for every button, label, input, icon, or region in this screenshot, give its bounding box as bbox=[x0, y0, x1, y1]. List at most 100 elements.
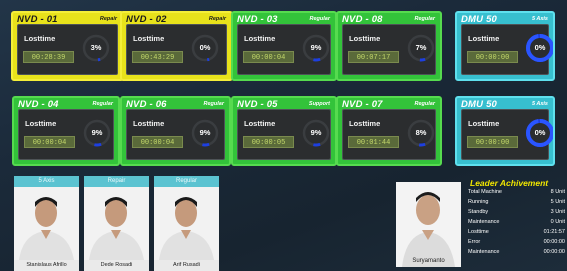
losttime-timer: 00:07:17 bbox=[348, 51, 399, 63]
losttime-panel: Losttime 00:00:04 9% bbox=[237, 24, 331, 75]
losttime-timer: 00:00:04 bbox=[24, 136, 75, 148]
operator-card[interactable]: Repair Dede Rosadi bbox=[84, 176, 149, 271]
losttime-timer: 00:00:05 bbox=[243, 136, 294, 148]
losttime-panel: Losttime 00:00:04 9% bbox=[126, 109, 225, 160]
percent-value: 8% bbox=[415, 128, 427, 137]
losttime-timer: 00:43:29 bbox=[132, 51, 183, 63]
machine-card-nvd05[interactable]: NVD - 05 Support Losttime 00:00:05 9% bbox=[231, 96, 337, 166]
losttime-timer: 00:00:00 bbox=[467, 136, 518, 148]
losttime-panel: Losttime 00:01:44 8% bbox=[342, 109, 436, 160]
operator-photo bbox=[154, 187, 219, 260]
losttime-panel: Losttime 00:00:00 0% bbox=[461, 109, 553, 160]
machine-status: 5 Axis bbox=[531, 16, 548, 22]
percent-value: 7% bbox=[415, 43, 427, 52]
operator-name: Dede Rosadi bbox=[84, 260, 149, 271]
losttime-panel: Losttime 00:28:39 3% bbox=[17, 24, 118, 75]
losttime-panel: Losttime 00:07:17 7% bbox=[342, 24, 436, 75]
machine-card-nvd06[interactable]: NVD - 06 Regular Losttime 00:00:04 9% bbox=[120, 96, 231, 166]
operator-group: Regular bbox=[154, 176, 219, 187]
losttime-timer: 00:00:04 bbox=[132, 136, 183, 148]
operator-photo bbox=[84, 187, 149, 260]
stat-row: Losttime 01:21:57 bbox=[468, 229, 566, 239]
losttime-panel: Losttime 00:00:00 0% bbox=[461, 24, 553, 75]
stat-value: 8 Unit bbox=[550, 189, 565, 195]
percent-value: 0% bbox=[534, 128, 546, 137]
leader-title: Leader Achivement bbox=[470, 178, 549, 188]
operator-avatar-icon bbox=[84, 187, 149, 260]
stat-value: 01:21:57 bbox=[543, 229, 565, 235]
machine-status: 5 Axis bbox=[531, 101, 548, 107]
stat-label: Standby bbox=[468, 209, 489, 215]
losttime-label: Losttime bbox=[244, 119, 276, 128]
losttime-label: Losttime bbox=[25, 119, 57, 128]
stat-label: Running bbox=[468, 199, 489, 205]
machine-card-nvd03[interactable]: NVD - 03 Regular Losttime 00:00:04 9% bbox=[231, 11, 337, 81]
losttime-label: Losttime bbox=[349, 119, 381, 128]
operator-group: 5 Axis bbox=[14, 176, 79, 187]
stat-label: Losttime bbox=[468, 229, 489, 235]
leader-stats: Total Machine 8 Unit Running 5 Unit Standb… bbox=[468, 189, 566, 259]
operator-avatar-icon bbox=[154, 187, 219, 260]
leader-name: Suryamanto bbox=[412, 258, 445, 264]
percent-value: 9% bbox=[91, 128, 103, 137]
machine-card-nvd01[interactable]: NVD - 01 Repair Losttime 00:28:39 3% bbox=[11, 11, 124, 81]
percent-value: 9% bbox=[310, 43, 322, 52]
losttime-label: Losttime bbox=[133, 34, 165, 43]
losttime-timer: 00:00:04 bbox=[243, 51, 294, 63]
stat-label: Maintenance bbox=[468, 219, 500, 225]
losttime-panel: Losttime 00:43:29 0% bbox=[126, 24, 227, 75]
machine-card-nvd02[interactable]: NVD - 02 Repair Losttime 00:43:29 0% bbox=[120, 11, 233, 81]
operator-photo bbox=[14, 187, 79, 260]
operator-card[interactable]: Regular Arif Rusadi bbox=[154, 176, 219, 271]
percent-value: 9% bbox=[310, 128, 322, 137]
percent-value: 0% bbox=[199, 43, 211, 52]
leader-photo: Suryamanto bbox=[396, 182, 461, 267]
machine-card-dmu50b[interactable]: DMU 50 5 Axis Losttime 00:00:00 0% bbox=[455, 96, 555, 166]
machine-status: Repair bbox=[99, 16, 117, 22]
losttime-label: Losttime bbox=[349, 34, 381, 43]
losttime-label: Losttime bbox=[468, 119, 500, 128]
machine-status: Repair bbox=[208, 16, 226, 22]
losttime-label: Losttime bbox=[24, 34, 56, 43]
stat-value: 3 Unit bbox=[550, 209, 565, 215]
stat-label: Error bbox=[468, 239, 481, 245]
machine-status: Regular bbox=[414, 16, 435, 22]
stat-value: 00:00:00 bbox=[543, 249, 565, 255]
operator-avatar-icon bbox=[14, 187, 79, 260]
losttime-timer: 00:28:39 bbox=[23, 51, 74, 63]
operator-card[interactable]: 5 Axis Stanislaus Afrillo bbox=[14, 176, 79, 271]
machine-card-dmu50a[interactable]: DMU 50 5 Axis Losttime 00:00:00 0% bbox=[455, 11, 555, 81]
operator-name: Arif Rusadi bbox=[154, 260, 219, 271]
machine-card-nvd04[interactable]: NVD - 04 Regular Losttime 00:00:04 9% bbox=[12, 96, 120, 166]
percent-value: 0% bbox=[534, 43, 546, 52]
operator-group: Repair bbox=[84, 176, 149, 187]
machine-status: Regular bbox=[203, 101, 224, 107]
stat-value: 5 Unit bbox=[550, 199, 565, 205]
stat-row: Maintenance 0 Unit bbox=[468, 219, 566, 229]
operator-name: Stanislaus Afrillo bbox=[14, 260, 79, 271]
stat-label: Maintenance bbox=[468, 249, 500, 255]
stat-row: Standby 3 Unit bbox=[468, 209, 566, 219]
losttime-panel: Losttime 00:00:04 9% bbox=[18, 109, 114, 160]
leader-avatar-icon bbox=[396, 182, 461, 267]
losttime-label: Losttime bbox=[244, 34, 276, 43]
stat-row: Maintenance 00:00:00 bbox=[468, 249, 566, 259]
losttime-label: Losttime bbox=[133, 119, 165, 128]
percent-value: 9% bbox=[199, 128, 211, 137]
machine-card-nvd07[interactable]: NVD - 07 Regular Losttime 00:01:44 8% bbox=[336, 96, 442, 166]
losttime-label: Losttime bbox=[468, 34, 500, 43]
machine-card-nvd08[interactable]: NVD - 08 Regular Losttime 00:07:17 7% bbox=[336, 11, 442, 81]
percent-value: 3% bbox=[90, 43, 102, 52]
machine-status: Support bbox=[308, 101, 330, 107]
losttime-panel: Losttime 00:00:05 9% bbox=[237, 109, 331, 160]
stat-row: Total Machine 8 Unit bbox=[468, 189, 566, 199]
machine-status: Regular bbox=[309, 16, 330, 22]
losttime-timer: 00:00:00 bbox=[467, 51, 518, 63]
stat-label: Total Machine bbox=[468, 189, 502, 195]
stat-value: 00:00:00 bbox=[543, 239, 565, 245]
stat-row: Running 5 Unit bbox=[468, 199, 566, 209]
machine-status: Regular bbox=[414, 101, 435, 107]
stat-value: 0 Unit bbox=[550, 219, 565, 225]
losttime-timer: 00:01:44 bbox=[348, 136, 399, 148]
stat-row: Error 00:00:00 bbox=[468, 239, 566, 249]
